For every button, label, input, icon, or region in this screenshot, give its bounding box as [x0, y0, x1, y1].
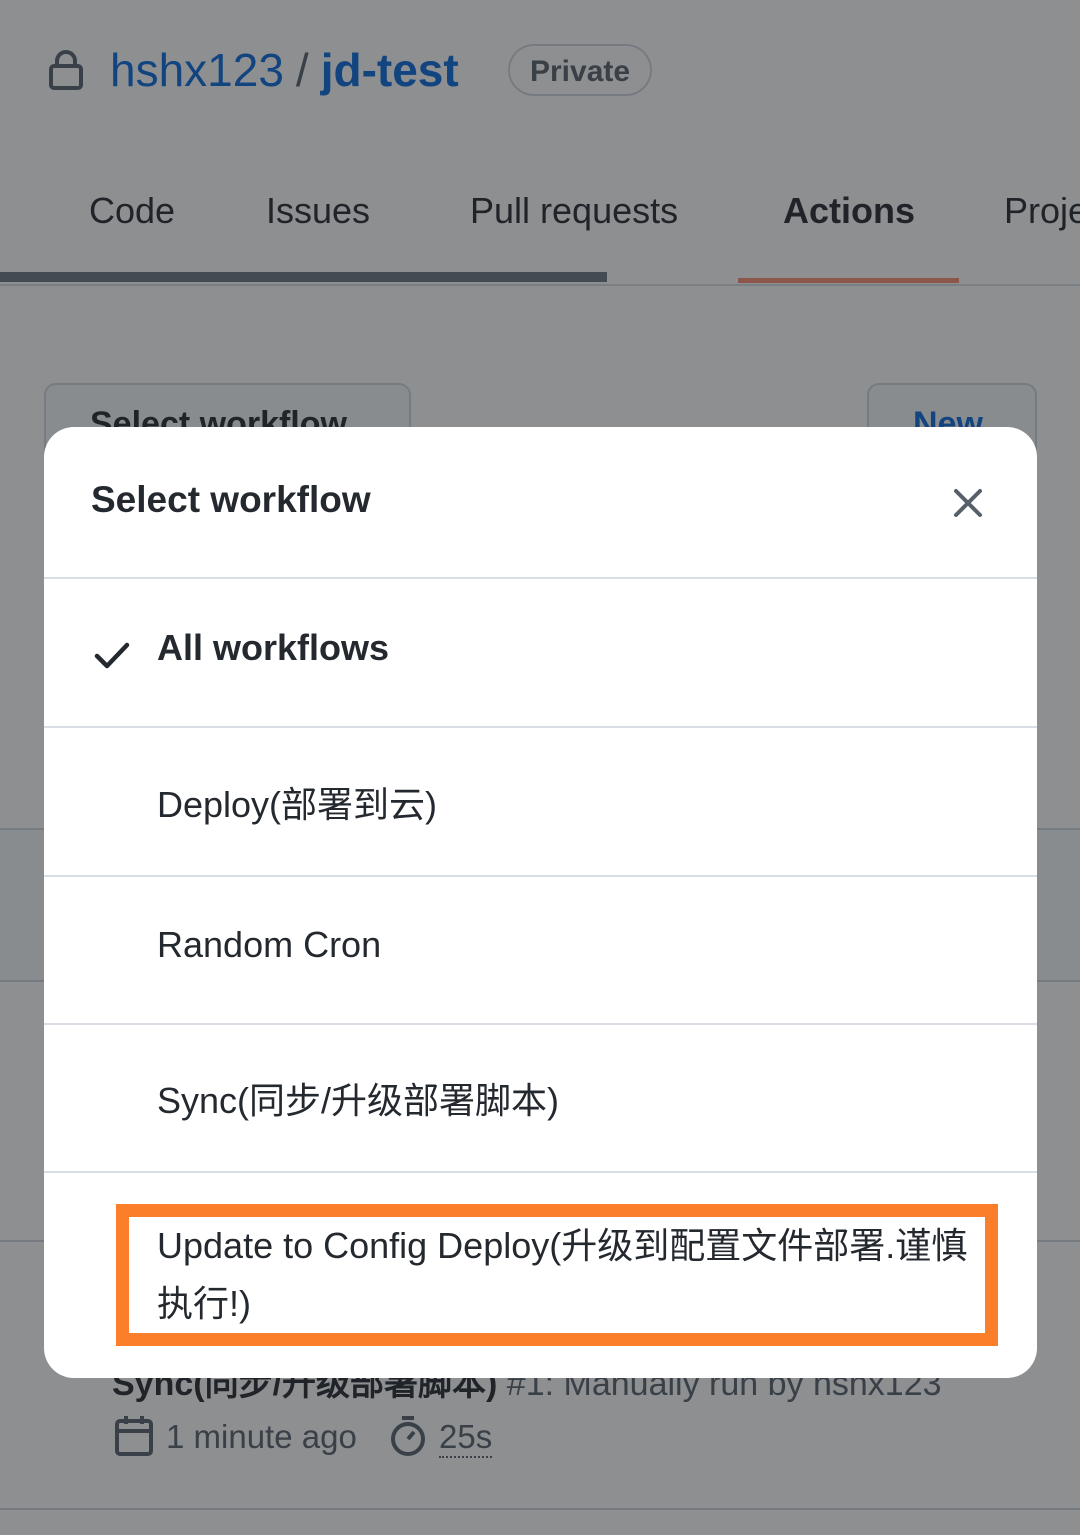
check-icon	[94, 642, 130, 669]
close-icon[interactable]	[942, 477, 994, 529]
dialog-title: Select workflow	[91, 479, 371, 520]
workflow-item-random-cron[interactable]: Random Cron	[44, 876, 1037, 1025]
workflow-item-label: All workflows	[157, 627, 390, 668]
workflow-item-all[interactable]: All workflows	[44, 579, 1037, 728]
workflow-item-deploy[interactable]: Deploy(部署到云)	[44, 728, 1037, 877]
workflow-item-label: Deploy(部署到云)	[157, 784, 438, 825]
workflow-item-sync[interactable]: Sync(同步/升级部署脚本)	[44, 1024, 1037, 1173]
workflow-item-label: Update to Config Deploy(升级到配置文件部署.谨慎执行!)	[157, 1225, 968, 1324]
workflow-item-label: Sync(同步/升级部署脚本)	[157, 1080, 560, 1121]
workflow-item-update-config-deploy[interactable]: Update to Config Deploy(升级到配置文件部署.谨慎执行!)	[44, 1173, 1037, 1378]
select-workflow-dialog: Select workflow All workflows Deploy(部署到…	[44, 427, 1037, 1378]
workflow-item-label: Random Cron	[157, 924, 382, 965]
dialog-header: Select workflow	[44, 427, 1037, 579]
